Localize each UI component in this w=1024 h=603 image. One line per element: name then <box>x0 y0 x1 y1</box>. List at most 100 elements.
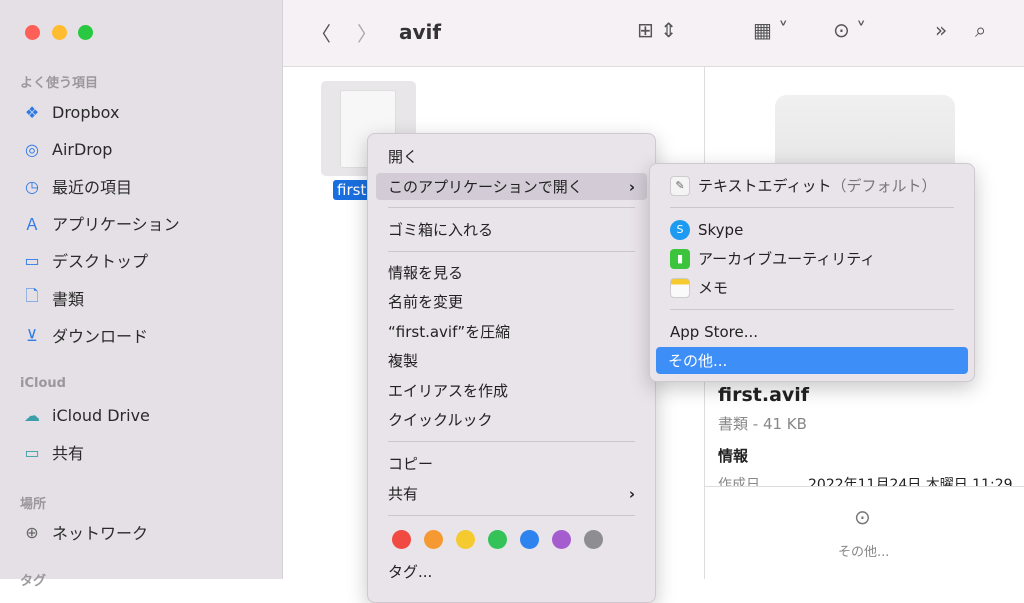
menu-item-get-info[interactable]: 情報を見る <box>376 259 647 286</box>
submenu-item-app-store[interactable]: App Store... <box>658 318 966 345</box>
menu-item-trash[interactable]: ゴミ箱に入れる <box>376 216 647 243</box>
skype-icon: S <box>670 219 690 240</box>
back-button[interactable]: 〈 <box>311 18 331 47</box>
label: Skype <box>698 220 744 239</box>
label: Dropbox <box>52 102 120 122</box>
section-locations: 場所 <box>20 497 47 512</box>
label: このアプリケーションで開く <box>388 178 583 196</box>
sidebar-item-downloads[interactable]: ⊻ ダウンロード <box>22 323 148 347</box>
desktop-icon: ▭ <box>24 250 40 270</box>
menu-item-compress[interactable]: “first.avif”を圧縮 <box>376 318 647 345</box>
shared-folder-icon: ▭ <box>24 442 40 462</box>
textedit-icon: ✎ <box>670 175 690 196</box>
minimize-button[interactable] <box>52 25 67 40</box>
more-button[interactable]: その他... <box>838 541 889 560</box>
action-menu-icon[interactable]: ⊙ ˅ <box>833 18 866 42</box>
separator <box>388 251 635 252</box>
separator <box>388 515 635 516</box>
document-icon: 🗋 <box>25 285 39 305</box>
forward-button[interactable]: 〉 <box>357 18 377 47</box>
globe-icon: ⊕ <box>25 522 39 542</box>
label: アーカイブユーティリティ <box>698 250 876 268</box>
section-icloud: iCloud <box>20 376 66 391</box>
tag-green[interactable] <box>488 530 507 549</box>
label: ダウンロード <box>52 327 149 346</box>
group-icon[interactable]: ▦ ˅ <box>753 18 788 42</box>
sidebar-item-recents[interactable]: ◷ 最近の項目 <box>22 174 132 198</box>
info-heading: 情報 <box>718 447 749 465</box>
clock-icon: ◷ <box>25 176 39 196</box>
sidebar-item-shared[interactable]: ▭ 共有 <box>22 440 84 464</box>
cloud-icon: ☁ <box>24 405 40 425</box>
applications-icon: Ａ <box>23 215 40 234</box>
sidebar-item-desktop[interactable]: ▭ デスクトップ <box>22 248 148 272</box>
tag-yellow[interactable] <box>456 530 475 549</box>
menu-item-open[interactable]: 開く <box>376 143 647 170</box>
toolbar: 〈 〉 avif ⊞ ⇕ ▦ ˅ ⊙ ˅ » ⌕ <box>283 0 1024 67</box>
label: メモ <box>698 279 729 297</box>
chevron-right-icon: › <box>628 484 635 503</box>
context-menu: 開く このアプリケーションで開く › ゴミ箱に入れる 情報を見る 名前を変更 “f… <box>367 133 656 603</box>
menu-item-open-with[interactable]: このアプリケーションで開く › <box>376 173 647 200</box>
menu-item-share[interactable]: 共有 › <box>376 480 647 507</box>
sidebar-item-applications[interactable]: Ａ アプリケーション <box>22 211 180 235</box>
menu-item-make-alias[interactable]: エイリアスを作成 <box>376 377 647 404</box>
menu-item-tags[interactable]: タグ... <box>376 558 647 585</box>
file-name-label[interactable]: first <box>333 180 371 200</box>
more-toolbar-icon[interactable]: » <box>935 18 947 42</box>
menu-item-copy[interactable]: コピー <box>376 450 647 477</box>
submenu-item-notes[interactable]: メモ <box>658 274 966 301</box>
preview-file-name: first.avif <box>718 384 810 406</box>
search-icon[interactable]: ⌕ <box>975 18 986 42</box>
section-favorites: よく使う項目 <box>20 76 99 91</box>
label: iCloud Drive <box>52 405 150 425</box>
more-icon[interactable]: ⊙ <box>854 505 871 529</box>
sidebar-item-airdrop[interactable]: ◎ AirDrop <box>22 137 112 161</box>
tag-purple[interactable] <box>552 530 571 549</box>
menu-item-quick-look[interactable]: クイックルック <box>376 406 647 433</box>
download-icon: ⊻ <box>26 325 38 345</box>
section-tags: タグ <box>20 574 47 589</box>
submenu-item-other[interactable]: その他... <box>656 347 968 374</box>
label: アプリケーション <box>52 215 180 234</box>
sidebar: よく使う項目 ❖ Dropbox ◎ AirDrop ◷ 最近の項目 Ａ アプリケーショ… <box>0 0 283 589</box>
created-label: 作成日 <box>718 477 760 486</box>
preview-kind-size: 書類 - 41 KB <box>718 415 807 433</box>
label: 共有 <box>52 444 85 463</box>
created-row: 作成日 2022年11月24日 木曜日 11:29 <box>718 474 1024 486</box>
tag-orange[interactable] <box>424 530 443 549</box>
label: ネットワーク <box>52 524 149 543</box>
label: 書類 <box>52 290 85 309</box>
label: テキストエディット <box>698 177 832 195</box>
sidebar-item-network[interactable]: ⊕ ネットワーク <box>22 520 148 544</box>
close-button[interactable] <box>25 25 40 40</box>
separator <box>388 441 635 442</box>
label: AirDrop <box>52 139 113 159</box>
divider <box>704 486 1024 487</box>
archive-utility-icon: ▮ <box>670 248 690 269</box>
open-with-submenu: ✎ テキストエディット （デフォルト） S Skype ▮ アーカイブユーティリティ メ… <box>649 163 975 382</box>
dropbox-icon: ❖ <box>24 102 40 122</box>
sidebar-item-documents[interactable]: 🗋 書類 <box>22 286 84 310</box>
separator <box>388 207 635 208</box>
submenu-item-textedit[interactable]: ✎ テキストエディット （デフォルト） <box>658 172 966 199</box>
label: デスクトップ <box>52 252 149 271</box>
chevron-right-icon: › <box>628 177 635 196</box>
separator <box>670 309 954 310</box>
tag-gray[interactable] <box>584 530 603 549</box>
sidebar-item-dropbox[interactable]: ❖ Dropbox <box>22 100 120 124</box>
created-value: 2022年11月24日 木曜日 11:29 <box>808 477 1013 486</box>
airdrop-icon: ◎ <box>25 139 39 159</box>
zoom-button[interactable] <box>78 25 93 40</box>
tag-blue[interactable] <box>520 530 539 549</box>
notes-icon <box>670 277 690 298</box>
menu-item-rename[interactable]: 名前を変更 <box>376 288 647 315</box>
separator <box>670 207 954 208</box>
view-toggle-icon[interactable]: ⊞ ⇕ <box>637 18 677 42</box>
submenu-item-archive-utility[interactable]: ▮ アーカイブユーティリティ <box>658 245 966 272</box>
label: 最近の項目 <box>52 178 133 197</box>
menu-item-duplicate[interactable]: 複製 <box>376 347 647 374</box>
submenu-item-skype[interactable]: S Skype <box>658 216 966 243</box>
sidebar-item-icloud-drive[interactable]: ☁ iCloud Drive <box>22 403 150 427</box>
tag-red[interactable] <box>392 530 411 549</box>
